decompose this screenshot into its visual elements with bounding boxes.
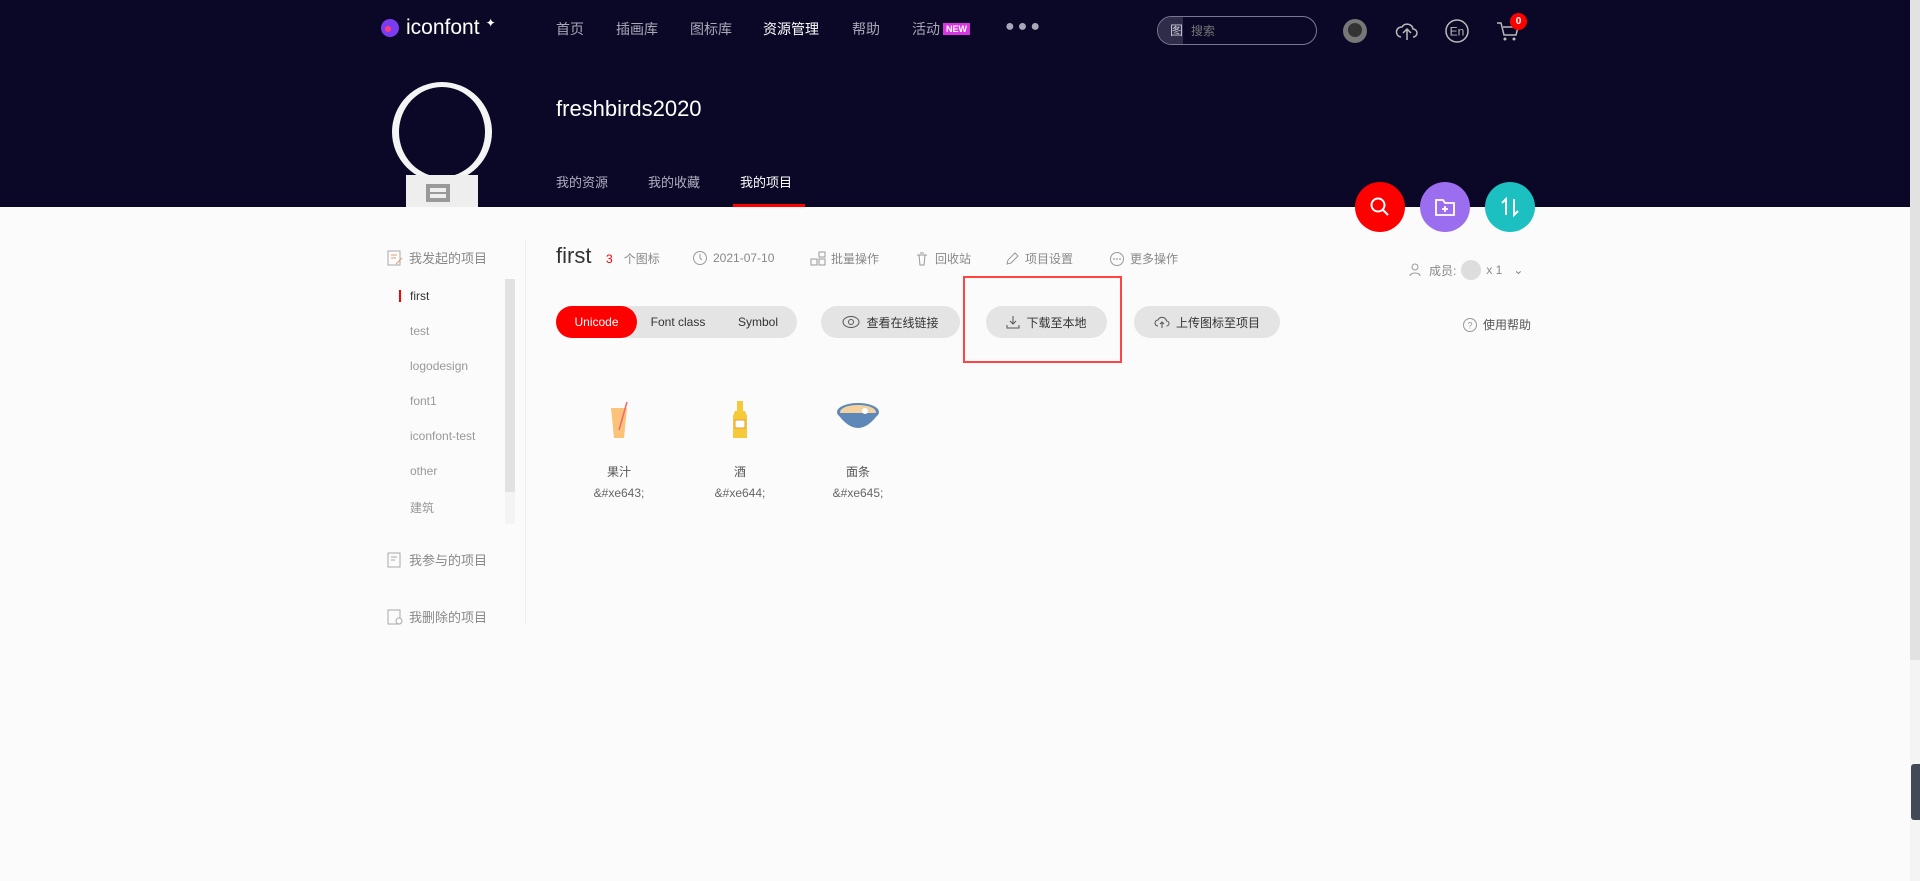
username: freshbirds2020	[556, 96, 702, 121]
project-item-iconfont-test[interactable]: iconfont-test	[410, 429, 475, 443]
noodle-bowl-icon	[837, 403, 879, 428]
icon-card[interactable]: 面条 &#xe645;	[808, 400, 908, 500]
search-input[interactable]	[1183, 17, 1316, 44]
nav-help[interactable]: 帮助	[852, 18, 880, 40]
tab-my-favorites[interactable]: 我的收藏	[648, 172, 700, 191]
sidebar-section-deleted[interactable]: 我删除的项目	[387, 607, 487, 626]
nav-icons[interactable]: 图标库	[690, 18, 732, 40]
more-circle-icon	[1110, 251, 1124, 266]
nav-resources[interactable]: 资源管理	[763, 18, 819, 40]
sidebar-section-joined[interactable]: 我参与的项目	[387, 550, 487, 569]
more-actions-button[interactable]: 更多操作	[1109, 250, 1178, 267]
highlight-box	[963, 276, 1122, 363]
sidebar-scrollbar-track[interactable]	[505, 279, 515, 524]
svg-text:?: ?	[1467, 320, 1472, 330]
mode-symbol[interactable]: Symbol	[719, 315, 797, 329]
svg-text:En: En	[1450, 25, 1465, 39]
logo-icon	[381, 19, 399, 37]
upload-icons-button[interactable]: 上传图标至项目	[1134, 306, 1280, 338]
active-project-indicator	[399, 290, 401, 302]
icon-count: 3 个图标	[606, 251, 660, 267]
search-fab-button[interactable]	[1355, 182, 1405, 232]
project-date: 2021-07-10	[692, 250, 774, 266]
project-title: first	[556, 243, 592, 268]
user-avatar-icon[interactable]	[1342, 18, 1368, 44]
sidebar-scrollbar-thumb[interactable]	[505, 279, 515, 492]
project-item-other[interactable]: other	[410, 464, 437, 478]
juice-icon	[611, 401, 628, 438]
icon-name: 面条	[845, 465, 870, 479]
nav-illustration[interactable]: 插画库	[616, 18, 658, 40]
tab-my-projects[interactable]: 我的项目	[740, 172, 792, 191]
icon-name: 果汁	[606, 465, 631, 479]
mode-font-class[interactable]: Font class	[637, 315, 719, 329]
clock-icon	[693, 251, 707, 265]
joined-list-icon	[387, 552, 401, 567]
icon-code: &#xe644;	[714, 486, 766, 500]
trash-icon	[917, 252, 927, 265]
upload-cloud-icon[interactable]	[1394, 18, 1420, 44]
pencil-icon	[1006, 251, 1019, 265]
liquor-bottle-icon	[733, 401, 747, 438]
eye-icon	[842, 316, 860, 328]
icon-code: &#xe645;	[832, 486, 884, 500]
logo[interactable]: iconfont ✦	[380, 16, 496, 40]
batch-operation-button[interactable]: 批量操作	[810, 250, 879, 267]
deleted-list-icon	[387, 609, 403, 624]
active-tab-underline	[733, 204, 805, 207]
page-scrollbar-track[interactable]	[1910, 0, 1920, 881]
new-project-fab-button[interactable]	[1420, 182, 1470, 232]
search-box: 图标 ⌄	[1157, 16, 1317, 45]
recycle-bin-button[interactable]: 回收站	[914, 250, 971, 267]
mode-unicode[interactable]: Unicode	[556, 306, 637, 338]
swap-icon	[1501, 196, 1519, 218]
batch-icon	[810, 251, 826, 265]
member-avatar	[1461, 260, 1482, 280]
cart-count-badge: 0	[1510, 13, 1527, 30]
icon-card[interactable]: 果汁 &#xe643;	[569, 400, 669, 500]
profile-avatar	[392, 82, 492, 207]
logo-text: iconfont	[406, 16, 480, 39]
project-item-test[interactable]: test	[410, 324, 429, 338]
nav-activity[interactable]: 活动 NEW	[912, 18, 970, 40]
icon-card[interactable]: 酒 &#xe644;	[690, 400, 790, 500]
page-scrollbar-thumb[interactable]	[1910, 0, 1920, 660]
side-widget[interactable]	[1911, 764, 1920, 820]
members-icon	[1409, 263, 1421, 277]
code-mode-segmented: Unicode Font class Symbol	[556, 306, 797, 338]
members-dropdown[interactable]: 成员: x 1 ⌄	[1408, 260, 1523, 280]
project-item-logodesign[interactable]: logodesign	[410, 359, 468, 373]
view-online-link-button[interactable]: 查看在线链接	[821, 306, 960, 338]
project-item-first[interactable]: first	[410, 289, 429, 303]
sidebar-divider	[525, 240, 526, 625]
new-badge: NEW	[943, 23, 970, 35]
upload-cloud-icon	[1154, 316, 1170, 328]
swap-fab-button[interactable]	[1485, 182, 1535, 232]
language-icon[interactable]: En	[1444, 18, 1470, 44]
sidebar-section-created[interactable]: 我发起的项目	[387, 248, 487, 267]
more-icon[interactable]: ●●●	[1005, 18, 1043, 36]
usage-help-link[interactable]: ? 使用帮助	[1462, 316, 1531, 333]
project-item-font1[interactable]: font1	[410, 394, 437, 408]
nav-home[interactable]: 首页	[556, 18, 584, 40]
icon-code: &#xe643;	[593, 486, 645, 500]
edit-list-icon	[387, 250, 403, 265]
search-type-select[interactable]: 图标 ⌄	[1158, 17, 1184, 44]
tab-my-resources[interactable]: 我的资源	[556, 172, 608, 191]
project-settings-button[interactable]: 项目设置	[1004, 250, 1073, 267]
nav-activity-label: 活动	[912, 21, 940, 37]
folder-add-icon	[1435, 199, 1455, 216]
icon-name: 酒	[733, 465, 746, 479]
help-icon: ?	[1463, 317, 1477, 332]
project-item-architecture[interactable]: 建筑	[410, 499, 434, 516]
search-icon	[1370, 197, 1389, 216]
